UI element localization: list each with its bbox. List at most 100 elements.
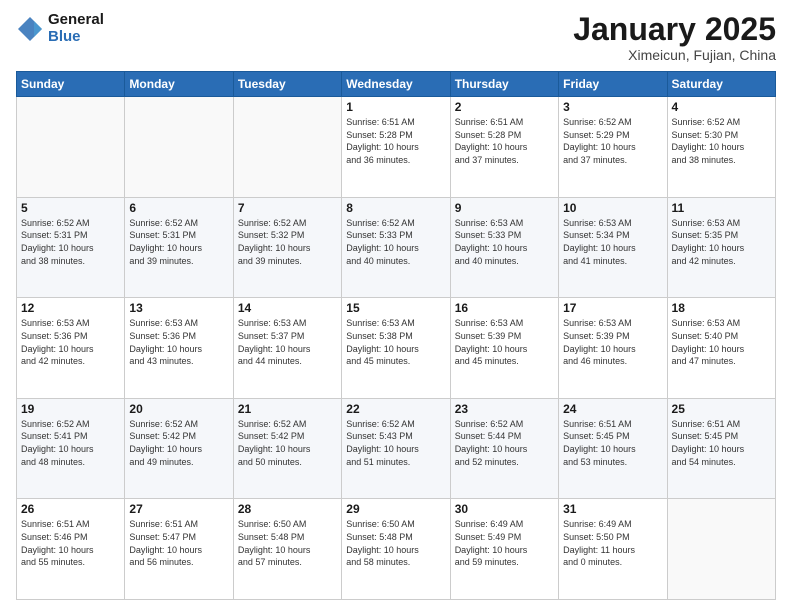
day-cell: 19 Sunrise: 6:52 AM Sunset: 5:41 PM Dayli… (17, 398, 125, 499)
day-number: 24 (563, 402, 662, 416)
day-cell: 18 Sunrise: 6:53 AM Sunset: 5:40 PM Dayli… (667, 298, 775, 399)
day-number: 9 (455, 201, 554, 215)
day-number: 22 (346, 402, 445, 416)
day-number: 2 (455, 100, 554, 114)
day-cell: 4 Sunrise: 6:52 AM Sunset: 5:30 PM Daylig… (667, 97, 775, 198)
day-info: Sunrise: 6:52 AM Sunset: 5:29 PM Dayligh… (563, 116, 662, 166)
day-number: 14 (238, 301, 337, 315)
day-info: Sunrise: 6:51 AM Sunset: 5:28 PM Dayligh… (455, 116, 554, 166)
day-cell: 3 Sunrise: 6:52 AM Sunset: 5:29 PM Daylig… (559, 97, 667, 198)
logo: General Blue (16, 12, 104, 45)
day-number: 1 (346, 100, 445, 114)
day-info: Sunrise: 6:51 AM Sunset: 5:47 PM Dayligh… (129, 518, 228, 568)
day-cell: 7Sunrise: 6:52 AM Sunset: 5:32 PM Daylig… (233, 197, 341, 298)
day-number: 17 (563, 301, 662, 315)
day-info: Sunrise: 6:53 AM Sunset: 5:33 PM Dayligh… (455, 217, 554, 267)
day-cell: 6Sunrise: 6:52 AM Sunset: 5:31 PM Daylig… (125, 197, 233, 298)
day-number: 10 (563, 201, 662, 215)
day-number: 19 (21, 402, 120, 416)
week-row-1: 1 Sunrise: 6:51 AM Sunset: 5:28 PM Daylig… (17, 97, 776, 198)
header-monday: Monday (125, 72, 233, 97)
day-info: Sunrise: 6:51 AM Sunset: 5:46 PM Dayligh… (21, 518, 120, 568)
logo-icon (16, 15, 44, 43)
day-info: Sunrise: 6:50 AM Sunset: 5:48 PM Dayligh… (346, 518, 445, 568)
day-info: Sunrise: 6:52 AM Sunset: 5:44 PM Dayligh… (455, 418, 554, 468)
day-info: Sunrise: 6:53 AM Sunset: 5:39 PM Dayligh… (455, 317, 554, 367)
day-number: 4 (672, 100, 771, 114)
day-number: 3 (563, 100, 662, 114)
day-number: 30 (455, 502, 554, 516)
day-number: 21 (238, 402, 337, 416)
day-number: 18 (672, 301, 771, 315)
day-number: 23 (455, 402, 554, 416)
day-cell: 24Sunrise: 6:51 AM Sunset: 5:45 PM Dayli… (559, 398, 667, 499)
day-cell: 29Sunrise: 6:50 AM Sunset: 5:48 PM Dayli… (342, 499, 450, 600)
day-number: 8 (346, 201, 445, 215)
day-cell: 17 Sunrise: 6:53 AM Sunset: 5:39 PM Dayli… (559, 298, 667, 399)
day-cell: 28Sunrise: 6:50 AM Sunset: 5:48 PM Dayli… (233, 499, 341, 600)
day-info: Sunrise: 6:53 AM Sunset: 5:34 PM Dayligh… (563, 217, 662, 267)
location: Ximeicun, Fujian, China (573, 47, 776, 63)
day-info: Sunrise: 6:52 AM Sunset: 5:41 PM Dayligh… (21, 418, 120, 468)
day-cell: 21 Sunrise: 6:52 AM Sunset: 5:42 PM Dayli… (233, 398, 341, 499)
day-info: Sunrise: 6:49 AM Sunset: 5:50 PM Dayligh… (563, 518, 662, 568)
day-info: Sunrise: 6:53 AM Sunset: 5:35 PM Dayligh… (672, 217, 771, 267)
week-row-5: 26 Sunrise: 6:51 AM Sunset: 5:46 PM Dayli… (17, 499, 776, 600)
day-cell: 20 Sunrise: 6:52 AM Sunset: 5:42 PM Dayli… (125, 398, 233, 499)
day-info: Sunrise: 6:53 AM Sunset: 5:36 PM Dayligh… (21, 317, 120, 367)
day-cell: 12 Sunrise: 6:53 AM Sunset: 5:36 PM Dayli… (17, 298, 125, 399)
day-info: Sunrise: 6:53 AM Sunset: 5:36 PM Dayligh… (129, 317, 228, 367)
day-number: 15 (346, 301, 445, 315)
day-number: 26 (21, 502, 120, 516)
day-cell (667, 499, 775, 600)
day-cell: 13 Sunrise: 6:53 AM Sunset: 5:36 PM Dayli… (125, 298, 233, 399)
day-cell (233, 97, 341, 198)
day-info: Sunrise: 6:52 AM Sunset: 5:33 PM Dayligh… (346, 217, 445, 267)
day-cell: 11Sunrise: 6:53 AM Sunset: 5:35 PM Dayli… (667, 197, 775, 298)
header-thursday: Thursday (450, 72, 558, 97)
day-cell: 1 Sunrise: 6:51 AM Sunset: 5:28 PM Daylig… (342, 97, 450, 198)
day-cell (125, 97, 233, 198)
day-number: 12 (21, 301, 120, 315)
day-info: Sunrise: 6:53 AM Sunset: 5:38 PM Dayligh… (346, 317, 445, 367)
calendar-page: General Blue January 2025 Ximeicun, Fuji… (0, 0, 792, 612)
day-number: 7 (238, 201, 337, 215)
day-info: Sunrise: 6:52 AM Sunset: 5:31 PM Dayligh… (129, 217, 228, 267)
day-cell: 15 Sunrise: 6:53 AM Sunset: 5:38 PM Dayli… (342, 298, 450, 399)
title-block: January 2025 Ximeicun, Fujian, China (573, 12, 776, 63)
day-info: Sunrise: 6:53 AM Sunset: 5:39 PM Dayligh… (563, 317, 662, 367)
day-cell: 27Sunrise: 6:51 AM Sunset: 5:47 PM Dayli… (125, 499, 233, 600)
day-number: 20 (129, 402, 228, 416)
header-sunday: Sunday (17, 72, 125, 97)
header-wednesday: Wednesday (342, 72, 450, 97)
header-tuesday: Tuesday (233, 72, 341, 97)
day-cell: 10 Sunrise: 6:53 AM Sunset: 5:34 PM Dayli… (559, 197, 667, 298)
logo-text: General Blue (48, 12, 104, 45)
day-info: Sunrise: 6:52 AM Sunset: 5:42 PM Dayligh… (129, 418, 228, 468)
day-info: Sunrise: 6:51 AM Sunset: 5:45 PM Dayligh… (672, 418, 771, 468)
calendar-table: Sunday Monday Tuesday Wednesday Thursday… (16, 71, 776, 600)
header: General Blue January 2025 Ximeicun, Fuji… (16, 12, 776, 63)
day-cell: 22Sunrise: 6:52 AM Sunset: 5:43 PM Dayli… (342, 398, 450, 499)
day-cell: 26 Sunrise: 6:51 AM Sunset: 5:46 PM Dayli… (17, 499, 125, 600)
day-number: 25 (672, 402, 771, 416)
day-info: Sunrise: 6:52 AM Sunset: 5:31 PM Dayligh… (21, 217, 120, 267)
day-info: Sunrise: 6:52 AM Sunset: 5:30 PM Dayligh… (672, 116, 771, 166)
week-row-2: 5Sunrise: 6:52 AM Sunset: 5:31 PM Daylig… (17, 197, 776, 298)
day-cell: 14Sunrise: 6:53 AM Sunset: 5:37 PM Dayli… (233, 298, 341, 399)
day-number: 31 (563, 502, 662, 516)
month-title: January 2025 (573, 12, 776, 47)
header-saturday: Saturday (667, 72, 775, 97)
day-cell: 8 Sunrise: 6:52 AM Sunset: 5:33 PM Daylig… (342, 197, 450, 298)
day-info: Sunrise: 6:51 AM Sunset: 5:28 PM Dayligh… (346, 116, 445, 166)
day-cell: 23 Sunrise: 6:52 AM Sunset: 5:44 PM Dayli… (450, 398, 558, 499)
weekday-header-row: Sunday Monday Tuesday Wednesday Thursday… (17, 72, 776, 97)
week-row-3: 12 Sunrise: 6:53 AM Sunset: 5:36 PM Dayli… (17, 298, 776, 399)
day-cell: 25 Sunrise: 6:51 AM Sunset: 5:45 PM Dayli… (667, 398, 775, 499)
day-cell: 5Sunrise: 6:52 AM Sunset: 5:31 PM Daylig… (17, 197, 125, 298)
day-info: Sunrise: 6:53 AM Sunset: 5:40 PM Dayligh… (672, 317, 771, 367)
day-cell (17, 97, 125, 198)
day-info: Sunrise: 6:50 AM Sunset: 5:48 PM Dayligh… (238, 518, 337, 568)
day-info: Sunrise: 6:52 AM Sunset: 5:42 PM Dayligh… (238, 418, 337, 468)
day-number: 13 (129, 301, 228, 315)
